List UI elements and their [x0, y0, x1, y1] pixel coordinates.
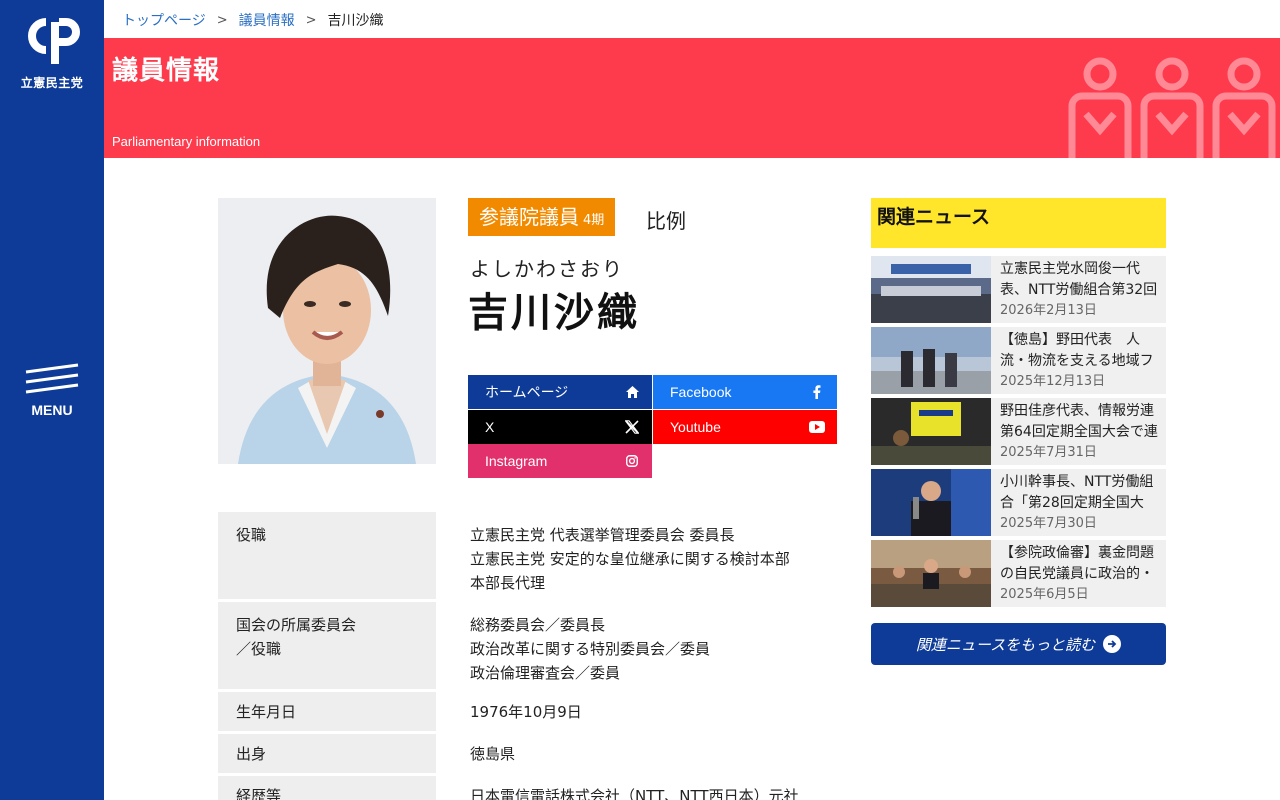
menu-label: MENU: [31, 402, 73, 418]
arrow-right-icon: [1103, 635, 1122, 653]
news-title: 小川幹事長、NTT労働組合「第28回定期全国大会」: [1000, 474, 1154, 511]
news-body: 【参院政倫審】裏金問題の自民党議員に政治的・道 2025年6月5日: [991, 540, 1166, 607]
news-date: 2025年6月5日: [1000, 587, 1089, 602]
info-key: 役職: [218, 512, 436, 599]
chevron-right-icon: >: [216, 12, 228, 28]
info-row-birthdate: 生年月日 1976年10月9日: [218, 692, 838, 731]
info-value-line: 日本電信電話株式会社（NTT、NTT西日本）元社員: [470, 787, 799, 800]
logo-text: 立憲民主党: [20, 76, 84, 90]
news-title: 立憲民主党水岡俊一代表、NTT労働組合第32回: [1000, 261, 1158, 298]
info-value: 総務委員会／委員長 政治改革に関する特別委員会／委員 政治倫理審査会／委員: [436, 602, 838, 689]
breadcrumb-top[interactable]: トップページ: [122, 10, 206, 30]
youtube-icon: [809, 419, 825, 435]
news-thumbnail: [871, 327, 991, 394]
page-title: 議員情報: [112, 56, 221, 86]
news-date: 2025年7月31日: [1000, 445, 1097, 460]
instagram-label: Instagram: [485, 453, 548, 469]
chevron-right-icon: >: [305, 12, 317, 28]
news-body: 立憲民主党水岡俊一代表、NTT労働組合第32回 2026年2月13日: [991, 256, 1166, 323]
news-thumbnail: [871, 540, 991, 607]
hamburger-icon: [25, 363, 79, 394]
news-body: 野田佳彦代表、情報労連第64回定期全国大会で連 2025年7月31日: [991, 398, 1166, 465]
more-news-button[interactable]: 関連ニュースをもっと読む: [871, 623, 1166, 665]
news-body: 【徳島】野田代表 人流・物流を支える地域フェリ 2025年12月13日: [991, 327, 1166, 394]
news-date: 2026年2月13日: [1000, 303, 1097, 318]
related-news-heading: 関連ニュース: [871, 198, 1166, 248]
sidebar: 立憲民主党 MENU: [0, 0, 104, 800]
x-label: X: [485, 419, 495, 435]
news-thumbnail: [871, 256, 991, 323]
news-item[interactable]: 立憲民主党水岡俊一代表、NTT労働組合第32回 2026年2月13日: [871, 256, 1166, 323]
portrait-image: [218, 198, 436, 464]
news-body: 小川幹事長、NTT労働組合「第28回定期全国大会」 2025年7月30日: [991, 469, 1166, 536]
menu-button[interactable]: MENU: [18, 362, 86, 418]
info-key: 出身: [218, 734, 436, 773]
house-badge: 参議院議員 4期: [468, 198, 616, 236]
party-logo[interactable]: 立憲民主党: [18, 18, 86, 91]
page-header: 議員情報 Parliamentary information: [104, 38, 1280, 158]
info-row-career: 経歴等 日本電信電話株式会社（NTT、NTT西日本）元社員: [218, 776, 838, 800]
cdp-logo-icon: [28, 18, 80, 64]
facebook-label: Facebook: [670, 384, 732, 400]
member-info-table: 役職 立憲民主党 代表選挙管理委員会 委員長 立憲民主党 安定的な皇位継承に関す…: [218, 512, 838, 800]
related-news: 関連ニュース 立憲民主党水岡俊一代表、NTT労働組合第32回 2026年2月13…: [871, 198, 1166, 607]
term-label: 4期: [583, 213, 605, 228]
people-decoration-icon: [1068, 57, 1276, 158]
info-row-committee: 国会の所属委員会 ／役職 総務委員会／委員長 政治改革に関する特別委員会／委員 政…: [218, 602, 838, 689]
facebook-icon: [809, 384, 825, 400]
member-portrait: [218, 198, 436, 464]
home-icon: [624, 384, 640, 400]
info-value-line: 立憲民主党 安定的な皇位継承に関する検討本部 本部長代理: [470, 550, 790, 592]
news-item[interactable]: 【参院政倫審】裏金問題の自民党議員に政治的・道 2025年6月5日: [871, 540, 1166, 607]
news-title: 【徳島】野田代表 人流・物流を支える地域フェリ: [1000, 332, 1154, 369]
news-title: 野田佳彦代表、情報労連第64回定期全国大会で連: [1000, 403, 1158, 440]
page-subtitle: Parliamentary information: [112, 134, 261, 149]
homepage-link[interactable]: ホームページ: [468, 375, 652, 409]
info-value: 日本電信電話株式会社（NTT、NTT西日本）元社員: [436, 776, 838, 800]
news-thumbnail: [871, 469, 991, 536]
x-icon: [624, 419, 640, 435]
news-thumbnail: [871, 398, 991, 465]
instagram-link[interactable]: Instagram: [468, 444, 652, 478]
info-value: 徳島県: [436, 734, 838, 773]
info-row-hometown: 出身 徳島県: [218, 734, 838, 773]
youtube-link[interactable]: Youtube: [653, 410, 837, 444]
info-value: 立憲民主党 代表選挙管理委員会 委員長 立憲民主党 安定的な皇位継承に関する検討…: [436, 512, 838, 599]
info-key: 生年月日: [218, 692, 436, 731]
breadcrumb-members[interactable]: 議員情報: [239, 10, 295, 30]
info-value: 1976年10月9日: [436, 692, 838, 731]
member-name-kana: よしかわさおり: [470, 257, 624, 281]
instagram-icon: [624, 453, 640, 469]
youtube-label: Youtube: [670, 419, 721, 435]
info-value-line: 1976年10月9日: [470, 703, 582, 721]
more-news-label: 関連ニュースをもっと読む: [915, 635, 1096, 654]
district-label: 比例: [646, 209, 686, 233]
member-name: 吉川沙織: [468, 290, 640, 336]
info-value-line: 政治改革に関する特別委員会／委員: [470, 640, 711, 658]
breadcrumb-current: 吉川沙織: [327, 13, 384, 29]
breadcrumb: トップページ > 議員情報 > 吉川沙織: [122, 10, 384, 30]
info-value-line: 徳島県: [470, 745, 516, 763]
info-value-line: 総務委員会／委員長: [470, 616, 606, 634]
facebook-link[interactable]: Facebook: [653, 375, 837, 409]
news-item[interactable]: 小川幹事長、NTT労働組合「第28回定期全国大会」 2025年7月30日: [871, 469, 1166, 536]
house-label: 参議院議員: [479, 205, 579, 229]
news-item[interactable]: 【徳島】野田代表 人流・物流を支える地域フェリ 2025年12月13日: [871, 327, 1166, 394]
info-value-line: 政治倫理審査会／委員: [470, 664, 621, 682]
info-row-position: 役職 立憲民主党 代表選挙管理委員会 委員長 立憲民主党 安定的な皇位継承に関す…: [218, 512, 838, 599]
info-key: 経歴等: [218, 776, 436, 800]
news-title: 【参院政倫審】裏金問題の自民党議員に政治的・道: [1000, 545, 1154, 582]
homepage-label: ホームページ: [485, 384, 569, 400]
info-value-line: 立憲民主党 代表選挙管理委員会 委員長: [470, 526, 735, 544]
news-date: 2025年12月13日: [1000, 374, 1106, 389]
news-item[interactable]: 野田佳彦代表、情報労連第64回定期全国大会で連 2025年7月31日: [871, 398, 1166, 465]
info-key: 国会の所属委員会 ／役職: [218, 602, 436, 689]
news-date: 2025年7月30日: [1000, 516, 1097, 531]
x-link[interactable]: X: [468, 410, 652, 444]
